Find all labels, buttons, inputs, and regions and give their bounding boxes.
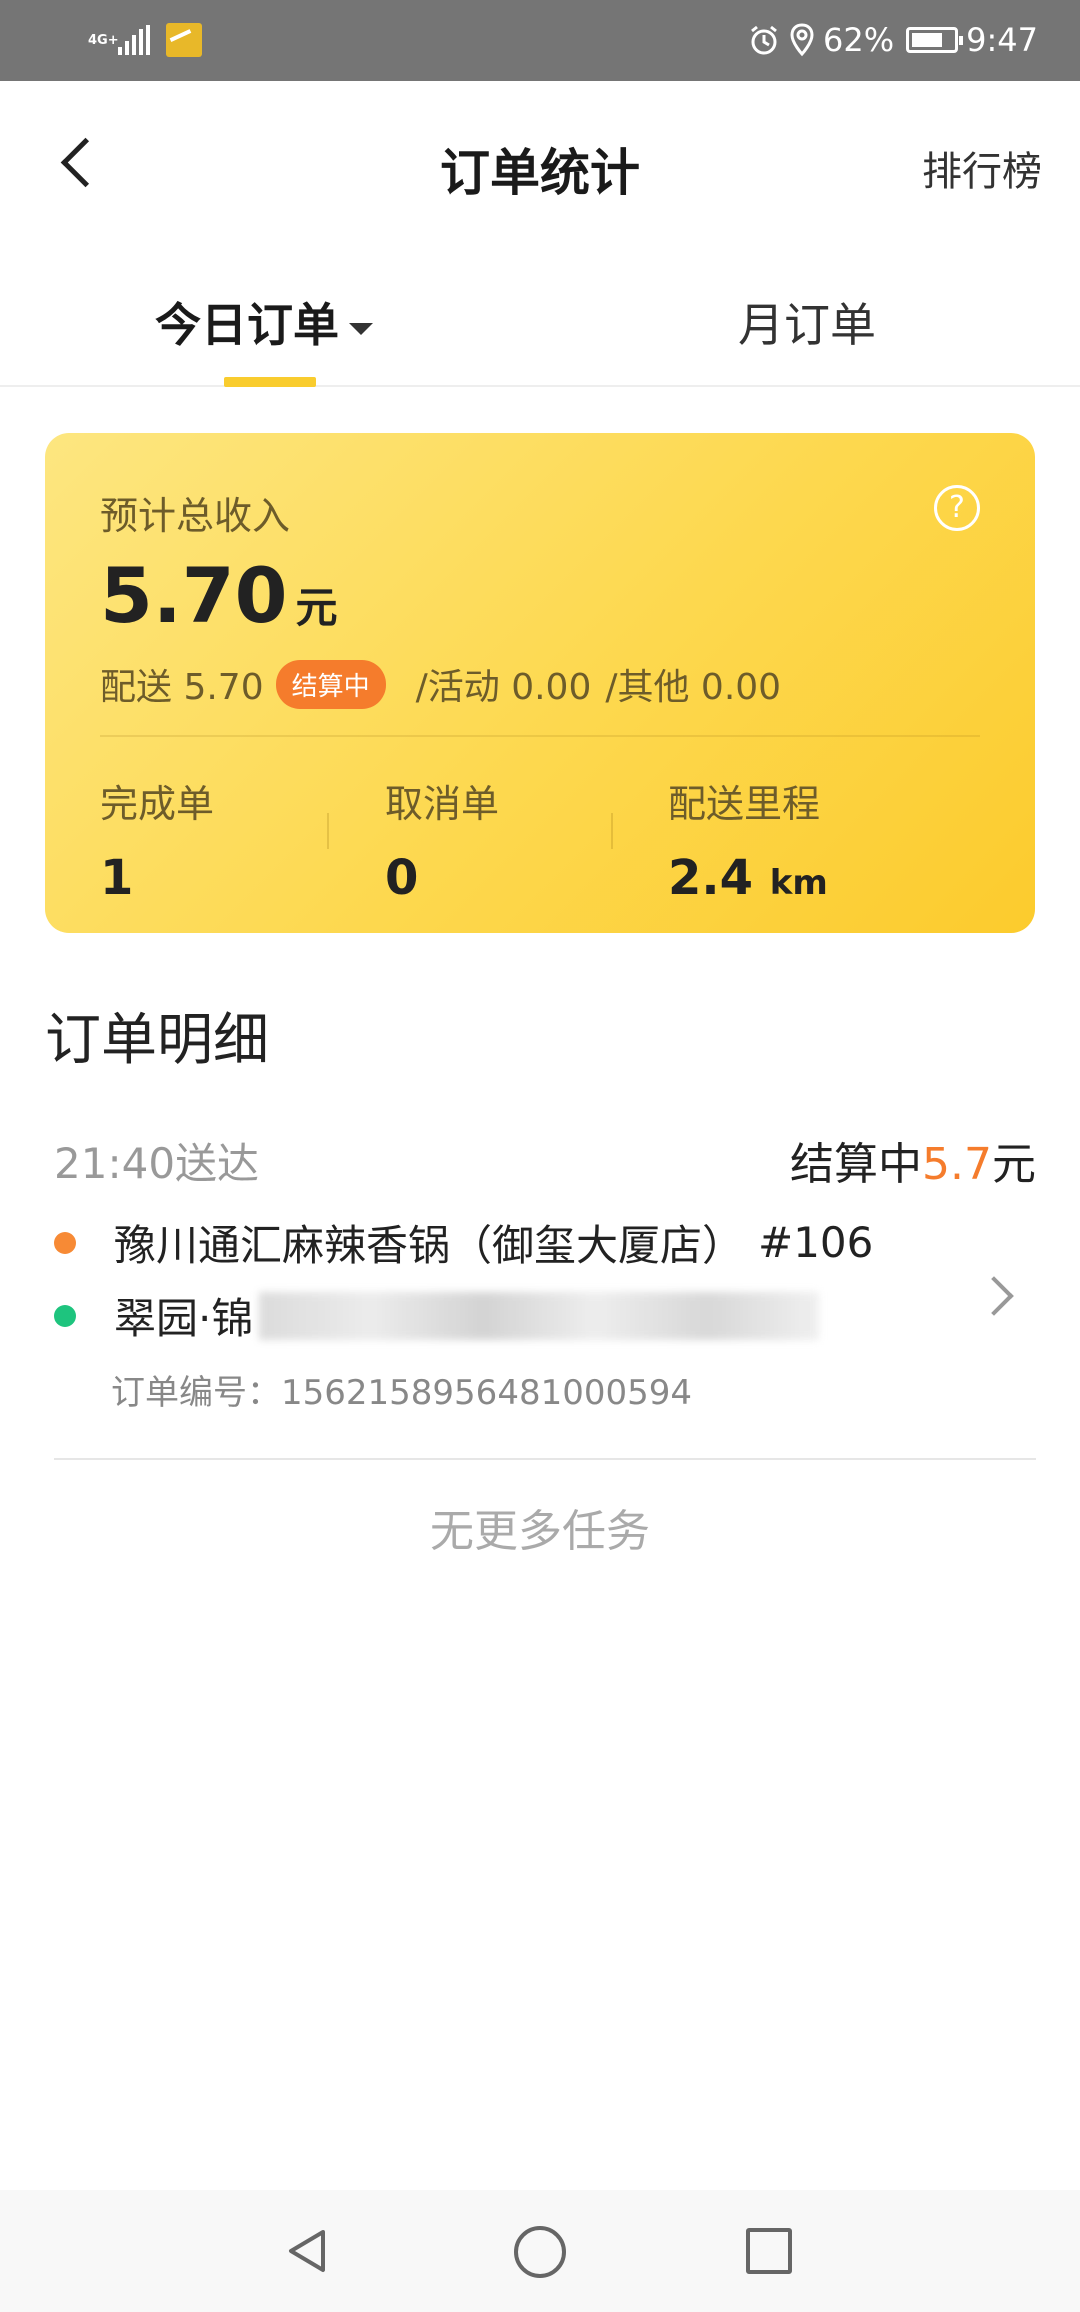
status-bar-left: 4G+ bbox=[88, 18, 202, 62]
network-type: 4G+ bbox=[88, 32, 119, 48]
signal-icon bbox=[118, 25, 150, 55]
income-amount: 5.70 元 bbox=[100, 551, 338, 640]
ranking-button[interactable]: 排行榜 bbox=[922, 139, 1042, 197]
income-value: 5.70 bbox=[100, 551, 288, 640]
card-divider bbox=[100, 735, 980, 737]
delivery-time: 21:40送达 bbox=[54, 1139, 260, 1188]
stat-label: 配送里程 bbox=[668, 782, 821, 826]
dropoff-row: 翠园·锦 bbox=[54, 1285, 820, 1346]
clock: 9:47 bbox=[966, 21, 1038, 59]
settling-badge: 结算中 bbox=[275, 659, 386, 709]
help-icon[interactable]: ? bbox=[934, 485, 980, 531]
distance-unit: km bbox=[769, 863, 828, 903]
tab-month-orders[interactable]: 月订单 bbox=[738, 289, 876, 355]
stat-label: 完成单 bbox=[100, 782, 215, 826]
shop-number: #106 bbox=[758, 1218, 874, 1267]
nav-back-icon[interactable] bbox=[283, 2226, 333, 2276]
status-bar-right: 62% 9:47 bbox=[747, 14, 1038, 66]
active-tab-indicator bbox=[224, 377, 316, 387]
system-navigation-bar bbox=[0, 2190, 1080, 2312]
caret-down-icon bbox=[349, 322, 373, 335]
page-title: 订单统计 bbox=[440, 144, 640, 202]
order-item[interactable]: 21:40送达 结算中5.7元 豫川通汇麻辣香锅（御玺大厦店） #106 翠园·… bbox=[54, 1120, 1036, 1460]
battery-percent: 62% bbox=[823, 21, 895, 59]
stat-label: 取消单 bbox=[385, 782, 500, 826]
app-notification-icon bbox=[166, 23, 202, 57]
settlement-currency: 元 bbox=[992, 1139, 1036, 1190]
tab-today-label: 今日订单 bbox=[155, 298, 339, 352]
order-tabs: 今日订单 月订单 bbox=[0, 251, 1080, 387]
order-number-value: 1562158956481000594 bbox=[281, 1373, 693, 1413]
pickup-row: 豫川通汇麻辣香锅（御玺大厦店） #106 bbox=[54, 1212, 873, 1273]
stat-value: 1 bbox=[100, 850, 134, 906]
stat-value: 0 bbox=[385, 850, 419, 906]
no-more-tasks: 无更多任务 bbox=[430, 1506, 650, 1557]
order-number: 订单编号：1562158956481000594 bbox=[111, 1365, 692, 1414]
chevron-right-icon bbox=[980, 1270, 1016, 1320]
stat-distance: 配送里程 2.4 km bbox=[668, 773, 828, 906]
settlement-amount: 5.7 bbox=[922, 1139, 992, 1190]
nav-home-icon[interactable] bbox=[514, 2226, 566, 2278]
app-header: 订单统计 排行榜 bbox=[0, 81, 1080, 251]
settlement-status: 结算中 bbox=[790, 1139, 923, 1190]
activity-income: /活动 0.00 bbox=[415, 667, 592, 708]
battery-icon bbox=[906, 27, 964, 53]
location-icon bbox=[790, 23, 814, 57]
stat-cancelled: 取消单 0 bbox=[385, 773, 499, 906]
income-card: 预计总收入 ? 5.70 元 配送 5.70 结算中 /活动 0.00 /其他 0… bbox=[45, 433, 1035, 933]
income-label: 预计总收入 bbox=[100, 494, 291, 538]
distance-value: 2.4 bbox=[668, 850, 754, 906]
shop-name: 豫川通汇麻辣香锅（御玺大厦店） bbox=[114, 1221, 745, 1270]
alarm-icon bbox=[751, 25, 777, 55]
nav-recents-icon[interactable] bbox=[746, 2228, 792, 2274]
destination-address: 翠园·锦 bbox=[114, 1294, 254, 1343]
order-settlement: 结算中5.7元 bbox=[790, 1128, 1036, 1192]
order-number-label: 订单编号： bbox=[111, 1373, 281, 1413]
tab-today-orders[interactable]: 今日订单 bbox=[155, 289, 373, 355]
income-unit: 元 bbox=[295, 583, 338, 632]
stat-separator bbox=[327, 813, 329, 849]
pickup-dot-icon bbox=[54, 1231, 76, 1254]
redacted-address bbox=[259, 1291, 820, 1340]
other-income: /其他 0.00 bbox=[605, 667, 782, 708]
stat-completed: 完成单 1 bbox=[100, 773, 214, 906]
income-breakdown: 配送 5.70 结算中 /活动 0.00 /其他 0.00 bbox=[100, 658, 781, 710]
status-bar: 4G+ 62% 9:47 bbox=[0, 0, 1080, 81]
order-detail-heading: 订单明细 bbox=[45, 1008, 269, 1073]
stat-value-distance: 2.4 km bbox=[668, 850, 828, 906]
delivery-income: 配送 5.70 bbox=[100, 667, 264, 708]
dropoff-dot-icon bbox=[54, 1304, 76, 1327]
stat-separator bbox=[611, 813, 613, 849]
